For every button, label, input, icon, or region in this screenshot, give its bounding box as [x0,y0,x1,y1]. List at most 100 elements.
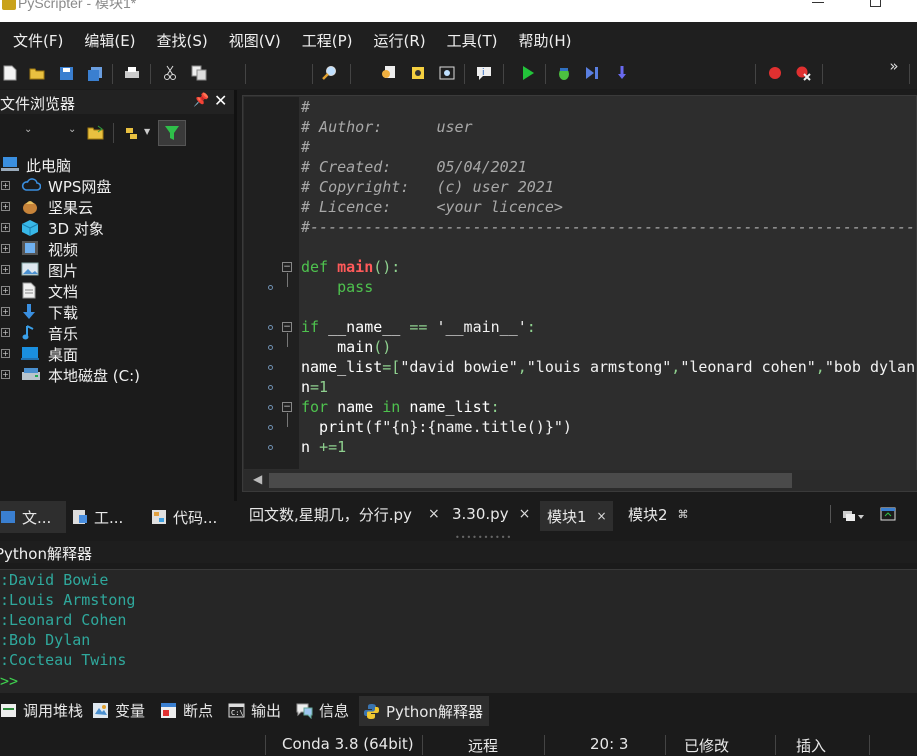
open-folder-icon[interactable] [29,65,45,81]
close-tab-icon[interactable]: × [428,506,440,522]
code-line[interactable]: #---------------------------------------… [301,217,917,237]
fold-toggle-icon[interactable]: − [282,322,292,332]
python-interpreter-console[interactable]: :David Bowie:Louis Armstong:Leonard Cohe… [0,569,917,693]
pin-icon[interactable]: 📌 [193,93,209,108]
tree-item[interactable]: 此电脑 [0,154,235,175]
menu-view[interactable]: 视图(V) [229,30,281,51]
tab-breakpoints[interactable]: 断点 [160,694,213,726]
tree-item[interactable]: + 图片 [0,259,235,280]
code-line[interactable]: # Copyright: (c) user 2021 [301,177,554,197]
tab-call-stack[interactable]: 调用堆栈 [0,694,83,726]
tree-item[interactable]: + 坚果云 [0,196,235,217]
tab-messages[interactable]: 信息 [296,694,349,726]
tab-output[interactable]: C:\ 输出 [228,694,281,726]
tree-item[interactable]: +3D 对象 [0,217,235,238]
cut-icon[interactable] [162,65,178,81]
tab-file[interactable]: 回文数,星期几，分行.py × [249,499,440,529]
tab-file[interactable]: 模块2 ⌘ [628,499,689,529]
close-tab-icon[interactable]: × [519,506,531,522]
code-line[interactable]: print(f"{n}:{name.title()}") [301,417,572,437]
search-icon[interactable] [322,65,338,81]
code-line[interactable]: if __name__ == '__main__': [301,317,536,337]
tree-item[interactable]: + 桌面 [0,343,235,364]
run-icon[interactable] [520,65,536,81]
tree-item[interactable]: + WPS网盘 [0,175,235,196]
tree-item[interactable]: + 本地磁盘 (C:) [0,364,235,385]
expand-icon[interactable]: + [1,181,10,190]
menu-project[interactable]: 工程(P) [302,30,353,51]
console-prompt[interactable]: >> [0,671,18,691]
tab-list-icon[interactable] [842,508,864,526]
code-line[interactable]: # Licence: <your licence> [301,197,563,217]
close-tab-icon[interactable]: ⌘ [678,508,689,521]
close-tab-icon[interactable]: × [597,509,607,523]
code-line[interactable]: for name in name_list: [301,397,500,417]
new-file-icon[interactable] [2,65,18,81]
fold-toggle-icon[interactable]: − [282,402,292,412]
expand-icon[interactable]: + [1,307,10,316]
code-line[interactable]: # [301,137,310,157]
code-line[interactable]: pass [301,277,373,297]
expand-icon[interactable]: + [1,349,10,358]
tab-file-explorer[interactable]: 文... [0,501,66,533]
copy-icon[interactable] [191,65,207,81]
code-line[interactable]: # Created: 05/04/2021 [301,157,527,177]
expand-icon[interactable]: + [1,370,10,379]
maximize-button[interactable] [870,0,881,7]
minimize-button[interactable] [812,2,824,3]
code-line[interactable]: # Author: user [301,117,473,137]
python-version-status[interactable]: Conda 3.8 (64bit) [282,735,414,753]
save-icon[interactable] [58,65,74,81]
menu-run[interactable]: 运行(R) [373,30,425,51]
code-editor[interactable]: # # Author: user # # Created: 05/04/2021 # C… [301,97,917,469]
tab-variables[interactable]: 变量 [92,694,145,726]
expand-icon[interactable]: + [1,244,10,253]
highlight-icon[interactable] [410,65,426,81]
menu-help[interactable]: 帮助(H) [519,30,572,51]
expand-icon[interactable]: + [1,286,10,295]
tab-file-active[interactable]: 模块1 × [540,501,613,531]
chevron-left-icon[interactable]: ◀ [253,472,262,486]
menu-search[interactable]: 查找(S) [157,30,208,51]
find-in-files-icon[interactable] [380,65,396,81]
open-folder-icon[interactable] [87,125,104,144]
expand-icon[interactable]: + [1,265,10,274]
tree-item[interactable]: + 文档 [0,280,235,301]
tab-python[interactable]: Python解释器 [359,696,489,726]
chevron-down-icon[interactable]: ⌄ [68,124,76,135]
new-window-icon[interactable] [880,507,896,525]
splitter-handle[interactable]: •••••••••• [455,533,511,542]
code-line[interactable]: n=1 [301,377,328,397]
tree-item[interactable]: + 音乐 [0,322,235,343]
folder-view-icon[interactable] [125,127,143,145]
info-icon[interactable]: i [476,65,492,81]
fold-toggle-icon[interactable]: − [282,262,292,272]
close-panel-button[interactable]: ✕ [214,91,227,110]
zoom-icon[interactable] [439,65,455,81]
expand-icon[interactable]: + [1,223,10,232]
chevron-down-icon[interactable]: ▼ [144,127,150,136]
scrollbar-thumb[interactable] [269,473,792,488]
toolbar-overflow-button[interactable]: » [886,58,902,74]
breakpoint-icon[interactable] [767,65,783,81]
tab-project[interactable]: 工... [72,501,123,533]
expand-icon[interactable]: + [1,328,10,337]
filter-button[interactable] [158,120,186,146]
expand-icon[interactable]: + [1,202,10,211]
chevron-down-icon[interactable]: ⌄ [24,124,32,135]
clear-breakpoints-icon[interactable] [795,65,811,81]
horizontal-scrollbar[interactable]: ◀ [244,470,917,491]
code-line[interactable]: main() [301,337,391,357]
menu-edit[interactable]: 编辑(E) [84,30,135,51]
code-line[interactable]: def main(): [301,257,400,277]
step-into-icon[interactable] [584,65,600,81]
tab-code-explorer[interactable]: 代码... [151,501,217,533]
code-line[interactable]: # [301,97,310,117]
panel-divider[interactable] [234,90,237,502]
code-line[interactable]: name_list=["david bowie","louis armstong… [301,357,917,377]
editor-gutter[interactable] [244,97,299,469]
print-icon[interactable] [124,65,140,81]
tab-file[interactable]: 3.30.py × [452,499,530,529]
menu-tools[interactable]: 工具(T) [447,30,498,51]
menu-file[interactable]: 文件(F) [13,30,63,51]
